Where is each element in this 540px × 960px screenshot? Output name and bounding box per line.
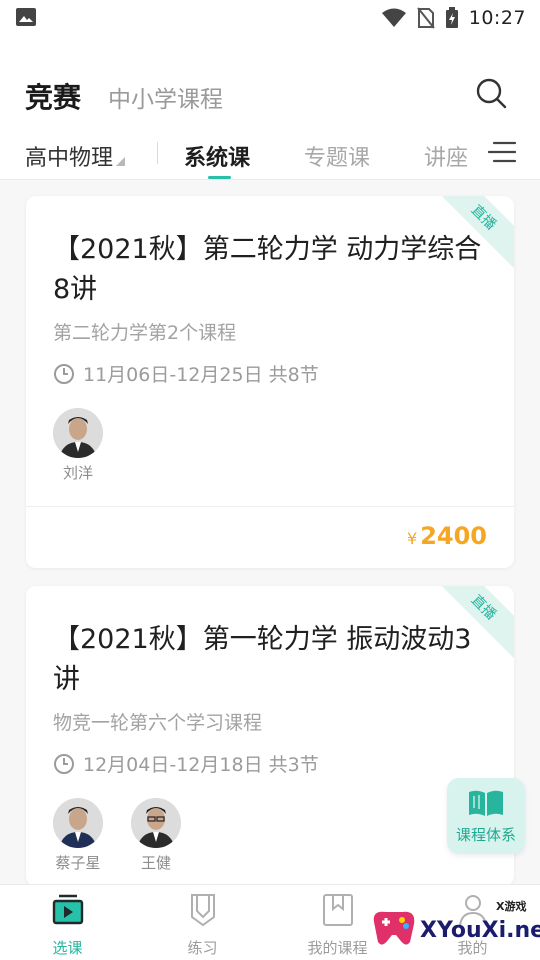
clock-time: 10:27 [468, 7, 526, 29]
tab-system-course[interactable]: 系统课 [184, 140, 250, 172]
course-card[interactable]: 直播 【2021秋】第二轮力学 动力学综合8讲 第二轮力学第2个课程 11月06… [26, 196, 514, 568]
course-system-button[interactable]: 课程体系 [447, 778, 525, 854]
avatar [131, 798, 181, 848]
bookmark-book-icon [322, 894, 353, 926]
search-icon[interactable] [474, 76, 508, 110]
divider [26, 506, 514, 507]
course-card[interactable]: 直播 【2021秋】第一轮力学 振动波动3讲 物竞一轮第六个学习课程 12月04… [26, 586, 514, 886]
no-sim-icon [416, 7, 435, 29]
gamepad-logo-icon [373, 911, 415, 945]
app-header: 竞赛 中小学课程 高中物理 系统课 专题课 讲座 [0, 36, 540, 180]
page-title[interactable]: 竞赛 [25, 76, 81, 116]
nav-label: 选课 [52, 939, 83, 957]
course-description: 物竞一轮第六个学习课程 [53, 712, 263, 734]
subject-selector[interactable]: 高中物理 [25, 140, 126, 172]
watermark-text: XYouXi.net [420, 918, 540, 943]
tab-lecture[interactable]: 讲座 [424, 140, 468, 172]
course-price: ¥ 2400 [407, 522, 487, 550]
menu-icon[interactable] [488, 140, 516, 164]
pencil-icon [190, 894, 215, 927]
watermark-small-text: X游戏 [496, 900, 527, 913]
tab-topic-course[interactable]: 专题课 [304, 140, 370, 172]
nav-label: 练习 [187, 939, 218, 957]
teacher: 刘洋 [48, 408, 108, 483]
photo-icon [16, 8, 36, 26]
schedule-text: 12月04日-12月18日 共3节 [83, 754, 319, 776]
price-value: 2400 [420, 522, 487, 550]
live-badge-label: 直播 [467, 202, 499, 234]
active-tab-indicator [208, 176, 231, 179]
teacher: 蔡子星 [48, 798, 108, 873]
currency-symbol: ¥ [407, 529, 418, 548]
play-video-icon [52, 894, 83, 925]
course-description: 第二轮力学第2个课程 [53, 322, 237, 344]
course-title: 【2021秋】第二轮力学 动力学综合8讲 [53, 234, 482, 305]
teacher-name: 刘洋 [62, 464, 93, 482]
course-title: 【2021秋】第一轮力学 振动波动3讲 [53, 624, 472, 695]
status-bar: 10:27 [0, 0, 540, 36]
dropdown-triangle-icon [116, 157, 126, 166]
subject-label: 高中物理 [25, 146, 114, 171]
schedule-text: 11月06日-12月25日 共8节 [83, 364, 319, 386]
clock-icon [54, 753, 74, 774]
avatar [53, 798, 103, 848]
book-icon [469, 790, 503, 816]
section-switch-label[interactable]: 中小学课程 [108, 80, 223, 114]
wifi-icon [381, 8, 406, 27]
course-system-label: 课程体系 [455, 826, 516, 844]
divider [157, 142, 158, 164]
watermark: X游戏 XYouXi.net [368, 892, 540, 958]
battery-charging-icon [445, 7, 458, 28]
nav-item-practice[interactable]: 练习 [135, 885, 270, 960]
live-badge-label: 直播 [467, 592, 499, 624]
course-schedule: 11月06日-12月25日 共8节 [53, 360, 319, 387]
clock-icon [54, 363, 74, 384]
avatar [53, 408, 103, 458]
nav-item-course-select[interactable]: 选课 [0, 885, 135, 960]
teacher: 王健 [126, 798, 186, 873]
teacher-name: 蔡子星 [55, 854, 101, 872]
course-schedule: 12月04日-12月18日 共3节 [53, 750, 319, 777]
teacher-name: 王健 [140, 854, 171, 872]
